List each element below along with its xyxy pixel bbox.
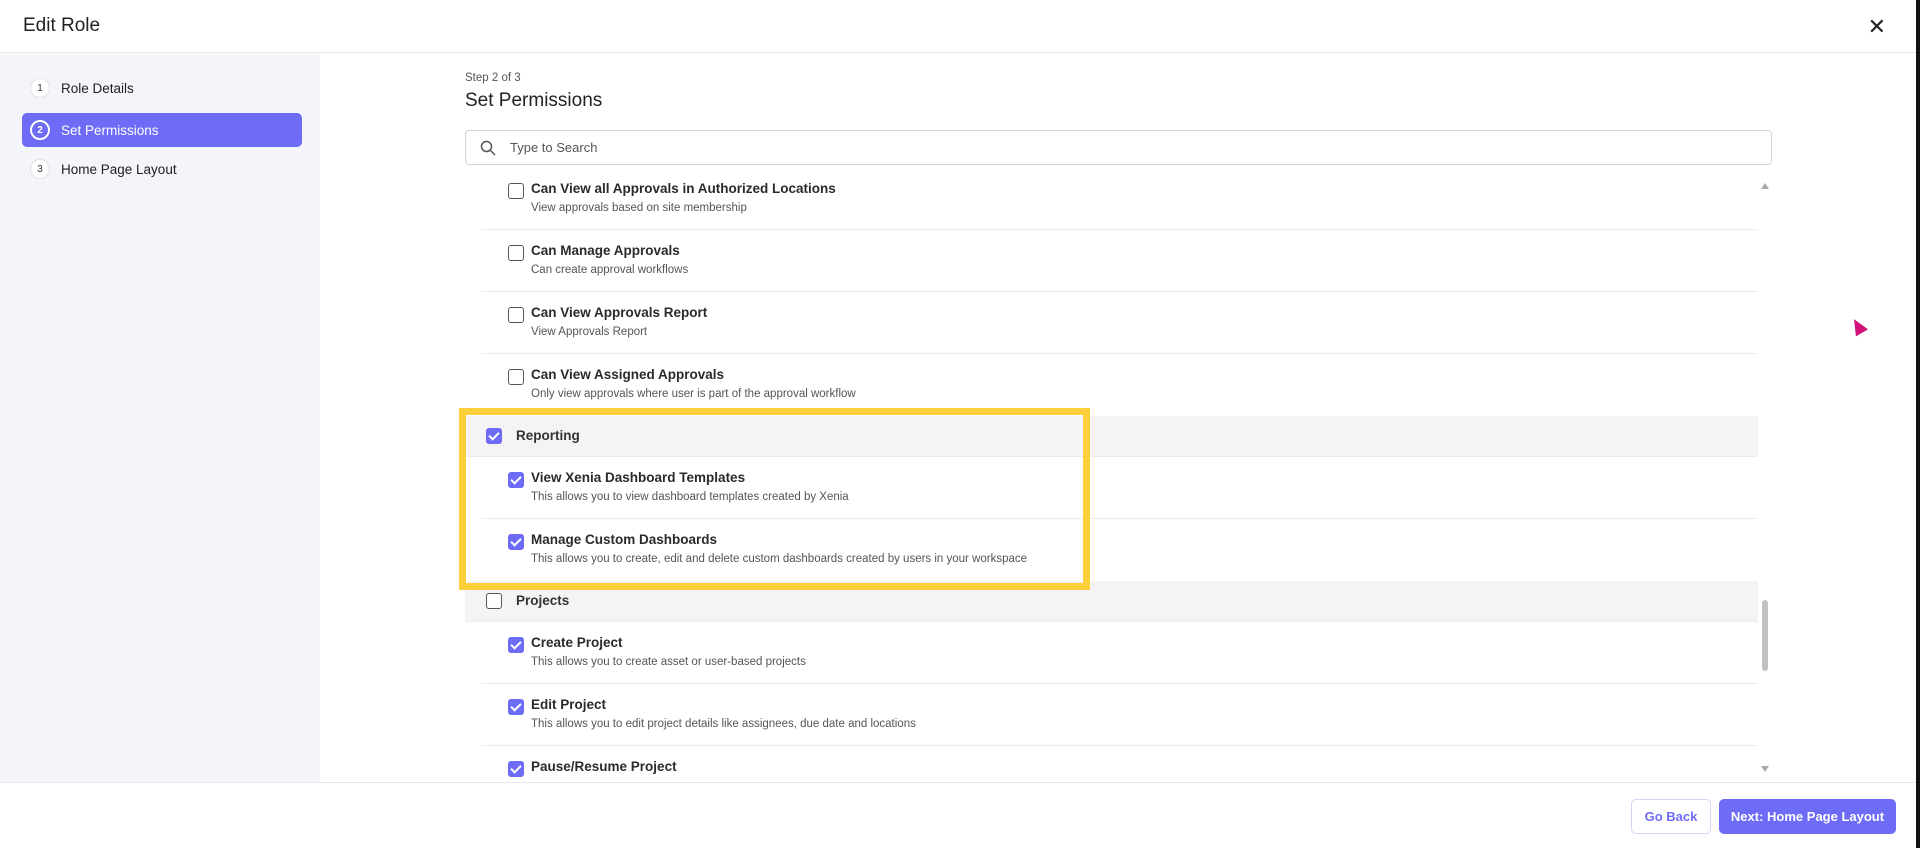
- permissions-list: Can View all Approvals in Authorized Loc…: [465, 168, 1758, 782]
- permission-desc: Only view approvals where user is part o…: [531, 388, 856, 400]
- permission-desc: Can create approval workflows: [531, 264, 689, 276]
- permission-desc: This allows you to view dashboard templa…: [531, 491, 849, 503]
- step-number: 3: [30, 159, 50, 179]
- permission-group-reporting: Reporting: [465, 416, 1758, 457]
- dialog-header: Edit Role ✕: [0, 0, 1916, 53]
- mouse-cursor-icon: [1847, 315, 1869, 337]
- scrollbar-thumb[interactable]: [1762, 600, 1768, 671]
- step-role-details[interactable]: 1 Role Details: [22, 71, 302, 105]
- permission-item: Create Project This allows you to create …: [481, 622, 1758, 684]
- permission-desc: View Approvals Report: [531, 326, 648, 338]
- permission-item: View Xenia Dashboard Templates This allow…: [481, 457, 1758, 519]
- step-label: Home Page Layout: [61, 161, 177, 177]
- steps-sidebar: 1 Role Details 2 Set Permissions 3 Home Pag…: [0, 54, 320, 782]
- permission-group-projects: Projects: [465, 581, 1758, 622]
- step-indicator: Step 2 of 3: [465, 72, 521, 84]
- permission-checkbox[interactable]: [508, 699, 524, 715]
- permission-title: Edit Project: [531, 697, 607, 712]
- scrollbar[interactable]: [1758, 175, 1772, 782]
- step-home-page-layout[interactable]: 3 Home Page Layout: [22, 152, 302, 186]
- permission-checkbox[interactable]: [508, 245, 524, 261]
- permission-desc: This allows you to edit project details …: [531, 718, 916, 730]
- step-number: 1: [30, 78, 50, 98]
- permission-item: Can View Assigned Approvals Only view app…: [481, 354, 1758, 416]
- permission-checkbox[interactable]: [508, 637, 524, 653]
- page-title: Set Permissions: [465, 90, 603, 111]
- permission-title: Can View all Approvals in Authorized Loc…: [531, 181, 836, 196]
- search-icon: [480, 140, 496, 156]
- permission-title: Can View Assigned Approvals: [531, 367, 725, 382]
- permission-item: Can View Approvals Report View Approvals …: [481, 292, 1758, 354]
- dialog-title: Edit Role: [23, 15, 101, 36]
- permission-desc: This allows you to create, edit and dele…: [531, 553, 1028, 565]
- search-box[interactable]: [465, 130, 1772, 165]
- permission-item: Edit Project This allows you to edit proj…: [481, 684, 1758, 746]
- step-label: Role Details: [61, 80, 134, 96]
- permission-checkbox[interactable]: [508, 472, 524, 488]
- next-button[interactable]: Next: Home Page Layout: [1719, 799, 1896, 834]
- search-input[interactable]: [510, 140, 1672, 155]
- step-set-permissions[interactable]: 2 Set Permissions: [22, 113, 302, 147]
- permission-item: Manage Custom Dashboards This allows you …: [481, 519, 1758, 581]
- dialog-footer: Go Back Next: Home Page Layout: [0, 782, 1916, 848]
- permission-checkbox[interactable]: [508, 761, 524, 777]
- permission-title: View Xenia Dashboard Templates: [531, 470, 746, 485]
- permission-checkbox[interactable]: [508, 534, 524, 550]
- permission-title: Create Project: [531, 635, 623, 650]
- close-icon[interactable]: ✕: [1868, 14, 1886, 40]
- scroll-up-arrow-icon[interactable]: [1761, 183, 1769, 189]
- permission-checkbox[interactable]: [508, 183, 524, 199]
- group-title: Projects: [516, 593, 570, 608]
- permission-title: Manage Custom Dashboards: [531, 532, 718, 547]
- window-border: [1916, 0, 1920, 848]
- permission-item: Pause/Resume Project: [481, 746, 1758, 782]
- permission-checkbox[interactable]: [508, 369, 524, 385]
- group-title: Reporting: [516, 428, 580, 443]
- step-number: 2: [30, 120, 50, 140]
- permission-item: Can Manage Approvals Can create approval …: [481, 230, 1758, 292]
- permission-checkbox[interactable]: [508, 307, 524, 323]
- permission-title: Pause/Resume Project: [531, 759, 677, 774]
- permission-title: Can Manage Approvals: [531, 243, 680, 258]
- permission-item: Can View all Approvals in Authorized Loc…: [481, 168, 1758, 230]
- permission-desc: This allows you to create asset or user-…: [531, 656, 806, 668]
- scroll-down-arrow-icon[interactable]: [1761, 766, 1769, 772]
- permission-desc: View approvals based on site membership: [531, 202, 747, 214]
- step-label: Set Permissions: [61, 122, 159, 138]
- group-checkbox[interactable]: [486, 593, 502, 609]
- go-back-button[interactable]: Go Back: [1631, 799, 1711, 834]
- group-checkbox[interactable]: [486, 428, 502, 444]
- permission-title: Can View Approvals Report: [531, 305, 708, 320]
